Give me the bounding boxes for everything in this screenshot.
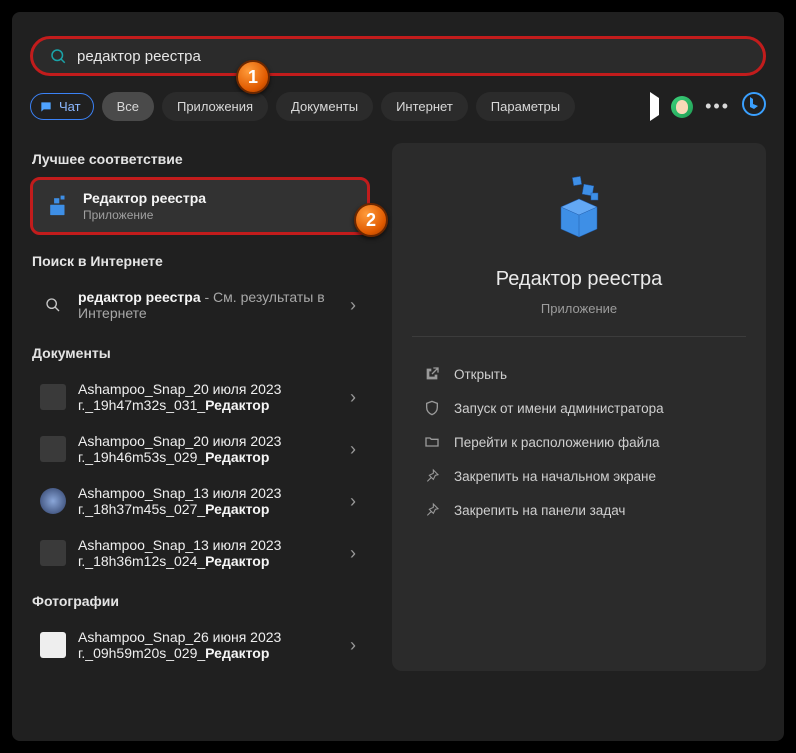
filter-documents[interactable]: Документы xyxy=(276,92,373,121)
best-match-header: Лучшее соответствие xyxy=(32,151,370,167)
document-result[interactable]: Ashampoo_Snap_20 июля 2023 г._19h47m32s_… xyxy=(30,371,370,423)
bing-search-icon xyxy=(49,47,67,65)
chevron-right-icon: › xyxy=(346,491,360,512)
media-play-icon[interactable] xyxy=(650,98,659,116)
user-avatar[interactable] xyxy=(671,96,693,118)
shield-admin-icon xyxy=(424,400,440,416)
pin-icon xyxy=(424,502,440,518)
details-pane: Редактор реестра Приложение Открыть Запу… xyxy=(392,143,766,671)
folder-icon xyxy=(424,434,440,450)
file-thumbnail-icon xyxy=(40,436,66,462)
bing-chat-icon xyxy=(39,100,53,114)
filter-chat[interactable]: Чат xyxy=(30,93,94,120)
best-match-title: Редактор реестра xyxy=(83,190,206,206)
best-match-subtitle: Приложение xyxy=(83,208,355,222)
filter-all[interactable]: Все xyxy=(102,92,154,121)
photos-header: Фотографии xyxy=(32,593,370,609)
details-subtitle: Приложение xyxy=(541,301,617,316)
filter-settings[interactable]: Параметры xyxy=(476,92,575,121)
annotation-step-1: 1 xyxy=(236,60,270,94)
documents-header: Документы xyxy=(32,345,370,361)
chevron-right-icon: › xyxy=(346,387,360,408)
open-icon xyxy=(424,366,440,382)
action-pin-start[interactable]: Закрепить на начальном экране xyxy=(420,459,738,493)
file-thumbnail-icon xyxy=(40,384,66,410)
action-open-file-location[interactable]: Перейти к расположению файла xyxy=(420,425,738,459)
chevron-right-icon: › xyxy=(346,635,360,656)
search-bar[interactable] xyxy=(30,36,766,76)
web-search-result[interactable]: редактор реестра - См. результаты в Инте… xyxy=(30,279,370,331)
pin-icon xyxy=(424,468,440,484)
filter-apps[interactable]: Приложения xyxy=(162,92,268,121)
best-match-result[interactable]: Редактор реестра Приложение xyxy=(30,177,370,235)
chevron-right-icon: › xyxy=(346,543,360,564)
photo-result[interactable]: Ashampoo_Snap_26 июня 2023 г._09h59m20s_… xyxy=(30,619,370,671)
photo-thumbnail-icon xyxy=(40,632,66,658)
chevron-right-icon: › xyxy=(346,439,360,460)
file-thumbnail-icon xyxy=(40,540,66,566)
more-menu-icon[interactable]: ••• xyxy=(705,96,730,117)
document-result[interactable]: Ashampoo_Snap_20 июля 2023 г._19h46m53s_… xyxy=(30,423,370,475)
search-bar-wrap: 1 xyxy=(30,36,766,76)
document-result[interactable]: Ashampoo_Snap_13 июля 2023 г._18h37m45s_… xyxy=(30,475,370,527)
web-search-header: Поиск в Интернете xyxy=(32,253,370,269)
action-run-as-admin[interactable]: Запуск от имени администратора xyxy=(420,391,738,425)
file-thumbnail-icon xyxy=(40,488,66,514)
details-title: Редактор реестра xyxy=(496,268,662,291)
action-open[interactable]: Открыть xyxy=(420,357,738,391)
registry-editor-large-icon xyxy=(543,171,615,248)
search-input[interactable] xyxy=(77,48,747,65)
filter-internet[interactable]: Интернет xyxy=(381,92,468,121)
bing-logo-icon[interactable] xyxy=(742,92,766,121)
registry-editor-icon xyxy=(45,193,71,219)
document-result[interactable]: Ashampoo_Snap_13 июля 2023 г._18h36m12s_… xyxy=(30,527,370,579)
chevron-right-icon: › xyxy=(346,295,360,316)
action-pin-taskbar[interactable]: Закрепить на панели задач xyxy=(420,493,738,527)
search-icon xyxy=(40,297,66,313)
filter-chat-label: Чат xyxy=(59,99,81,114)
divider xyxy=(412,336,746,337)
results-column: Лучшее соответствие Редактор реестра При… xyxy=(30,143,370,671)
annotation-step-2: 2 xyxy=(354,203,388,237)
search-panel: 1 Чат Все Приложения Документы Интернет … xyxy=(10,10,786,743)
filter-row: Чат Все Приложения Документы Интернет Па… xyxy=(30,92,766,121)
